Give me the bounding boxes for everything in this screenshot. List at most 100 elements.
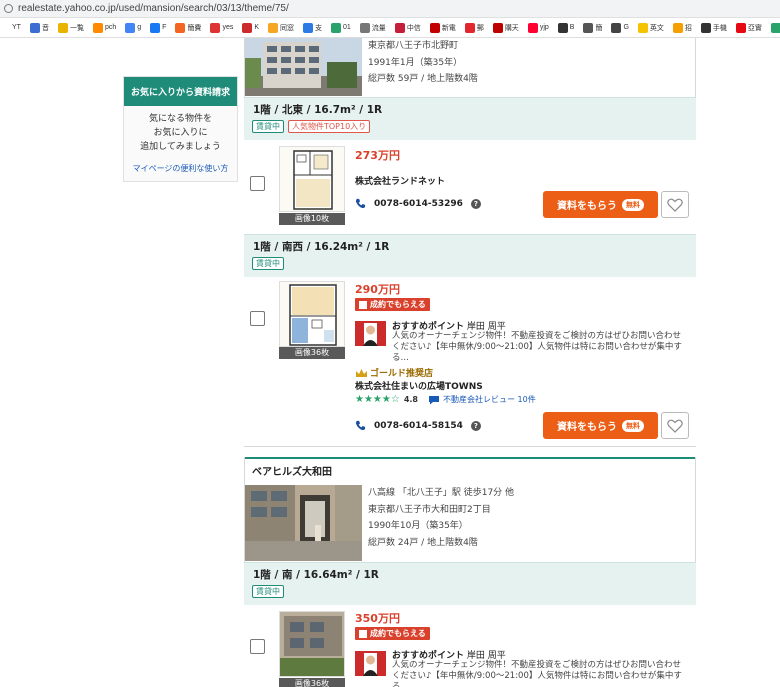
url-text[interactable]: realestate.yahoo.co.jp/used/mansion/sear… <box>18 3 289 14</box>
bookmark-item[interactable]: F <box>150 22 166 33</box>
unit-select-checkbox[interactable] <box>250 176 265 191</box>
help-icon[interactable]: ? <box>470 198 481 209</box>
bookmark-favicon-icon <box>359 22 370 33</box>
bookmark-item[interactable]: 手機 <box>700 22 727 33</box>
bookmark-label: 01 <box>343 24 351 31</box>
bookmark-label: 亞實 <box>747 24 762 32</box>
bookmark-favicon-icon <box>527 22 538 33</box>
bookmark-item[interactable]: YT <box>0 22 21 33</box>
building-units: 総戸数 24戸 / 地上階数4階 <box>368 537 478 548</box>
building-built: 1990年10月（築35年） <box>368 521 468 531</box>
bookmark-item[interactable]: 音 <box>29 22 49 33</box>
building-name[interactable]: ベアヒルズ大和田 <box>252 463 332 478</box>
agency-name[interactable]: 株式会社ランドネット <box>355 174 445 187</box>
bookmark-favicon-icon <box>770 22 780 33</box>
floorplan-thumbnail[interactable] <box>279 146 345 212</box>
room-photo-thumbnail[interactable] <box>279 611 345 677</box>
bookmark-label: 新電 <box>441 24 456 32</box>
bookmark-item[interactable]: 流量 <box>359 22 386 33</box>
photo-count: 画像36枚 <box>279 347 345 359</box>
bookmark-item[interactable]: 購天 <box>492 22 519 33</box>
bookmark-favicon-icon <box>92 22 103 33</box>
free-badge: 無料 <box>622 419 644 432</box>
bookmark-item[interactable]: 同窓 <box>268 22 294 33</box>
bookmark-label: 購天 <box>504 24 519 32</box>
bookmark-item[interactable]: yes <box>210 22 233 33</box>
deal-gift-badge: 成約でもらえる <box>355 627 430 640</box>
building-address: 東京都八王子市北野町 <box>368 41 459 51</box>
unit-header[interactable]: 1階 / 北東 / 16.7m² / 1R 賃貸中 人気物件TOP10入り <box>244 97 696 140</box>
unit-title[interactable]: 1階 / 南 / 16.64m² / 1R <box>253 567 379 582</box>
unit-header[interactable]: 1階 / 南 / 16.64m² / 1R 賃貸中 <box>244 562 696 605</box>
photo-count: 画像36枚 <box>279 678 345 687</box>
bookmark-favicon-icon <box>210 22 221 33</box>
heart-icon <box>667 419 683 433</box>
unit-header[interactable]: 1階 / 南西 / 16.24m² / 1R 賃貸中 <box>244 234 696 277</box>
tag-popular: 人気物件TOP10入り <box>288 120 371 133</box>
bookmark-favicon-icon <box>175 22 186 33</box>
bookmark-item[interactable]: 支 <box>303 22 323 33</box>
site-info-icon[interactable] <box>4 4 13 13</box>
favorites-request-box: お気に入りから資料請求 気になる物件を お気に入りに 追加してみましょう マイペ… <box>123 76 238 182</box>
deal-gift-label: 成約でもらえる <box>370 300 426 309</box>
bookmark-item[interactable]: 中信 <box>394 22 421 33</box>
bookmark-favicon-icon <box>0 22 10 33</box>
bookmark-label: 英文 <box>649 24 664 32</box>
phone-icon <box>355 420 366 431</box>
floorplan-thumbnail[interactable] <box>279 281 345 347</box>
phone-icon <box>355 198 366 209</box>
bookmark-label: K <box>254 24 260 31</box>
help-icon[interactable]: ? <box>470 420 481 431</box>
card-border-bottom <box>244 446 696 447</box>
bookmark-label: 招 <box>684 24 692 32</box>
agent-photo <box>355 321 386 346</box>
bookmark-item[interactable]: 一覧 <box>57 22 84 33</box>
bookmark-item[interactable]: yjp <box>527 22 549 33</box>
review-link[interactable]: 不動産会社レビュー 10件 <box>443 394 536 405</box>
tag-rented: 賃貸中 <box>252 585 284 598</box>
favorite-button[interactable] <box>661 191 689 218</box>
property-card: ベアヒルズ大和田 八高線 「北八王子」駅 徒歩17分 他 東京都八王子市大和田町… <box>244 457 696 687</box>
bookmark-label: 中信 <box>406 24 421 32</box>
free-badge: 無料 <box>622 198 644 211</box>
unit-select-checkbox[interactable] <box>250 311 265 326</box>
request-document-button[interactable]: 資料をもらう 無料 <box>543 412 658 439</box>
building-info: 八高線 「北八王子」駅 徒歩17分 他 東京都八王子市大和田町2丁目 1990年… <box>368 485 514 551</box>
request-document-button[interactable]: 資料をもらう 無料 <box>543 191 658 218</box>
bookmark-item[interactable]: 招 <box>672 22 692 33</box>
bookmark-item[interactable]: g <box>125 22 141 33</box>
bookmark-favicon-icon <box>735 22 746 33</box>
bookmark-favicon-icon <box>331 22 342 33</box>
property-card: 東京都八王子市北野町 1991年1月（築35年） 総戸数 59戸 / 地上階数4… <box>244 38 696 447</box>
unit-select-checkbox[interactable] <box>250 639 265 654</box>
bookmark-item[interactable]: 英文 <box>637 22 664 33</box>
bookmark-item[interactable]: 01 <box>331 22 351 33</box>
bookmark-favicon-icon <box>303 22 314 33</box>
crown-icon <box>356 368 367 377</box>
bookmark-item[interactable]: G <box>611 22 629 33</box>
bookmark-item[interactable]: K <box>242 22 260 33</box>
address-bar[interactable]: realestate.yahoo.co.jp/used/mansion/sear… <box>0 0 780 18</box>
agent-comment: 人気のオーナーチェンジ物件！不動産投資をご検討の方はぜひお問い合わせください♪【… <box>392 331 682 363</box>
bookmark-item[interactable]: 簡費 <box>175 22 201 33</box>
favorite-button[interactable] <box>661 412 689 439</box>
bookmark-item[interactable]: 郵 <box>464 22 484 33</box>
bookmark-item[interactable]: 新電 <box>429 22 456 33</box>
unit-tags: 賃貸中 <box>252 585 288 598</box>
building-photo[interactable] <box>245 485 362 561</box>
bookmark-item[interactable]: 亞實 <box>735 22 762 33</box>
photo-count: 画像10枚 <box>279 213 345 225</box>
bookmark-item[interactable]: pch <box>92 22 116 33</box>
bookmark-item[interactable]: B <box>557 22 574 33</box>
building-photo[interactable] <box>245 38 362 96</box>
rating-score: 4.8 <box>403 395 418 404</box>
heart-icon <box>667 198 683 212</box>
unit-title[interactable]: 1階 / 南西 / 16.24m² / 1R <box>253 239 389 254</box>
bookmark-label: 支 <box>315 24 323 32</box>
mypage-howto-link[interactable]: マイページの便利な使い方 <box>124 163 237 174</box>
unit-title[interactable]: 1階 / 北東 / 16.7m² / 1R <box>253 102 382 117</box>
bookmark-item[interactable]: 簡 <box>583 22 602 33</box>
agency-name[interactable]: 株式会社住まいの広場TOWNS <box>355 379 483 392</box>
bookmark-item[interactable]: 寫 <box>770 22 780 33</box>
bookmark-favicon-icon <box>672 22 683 33</box>
